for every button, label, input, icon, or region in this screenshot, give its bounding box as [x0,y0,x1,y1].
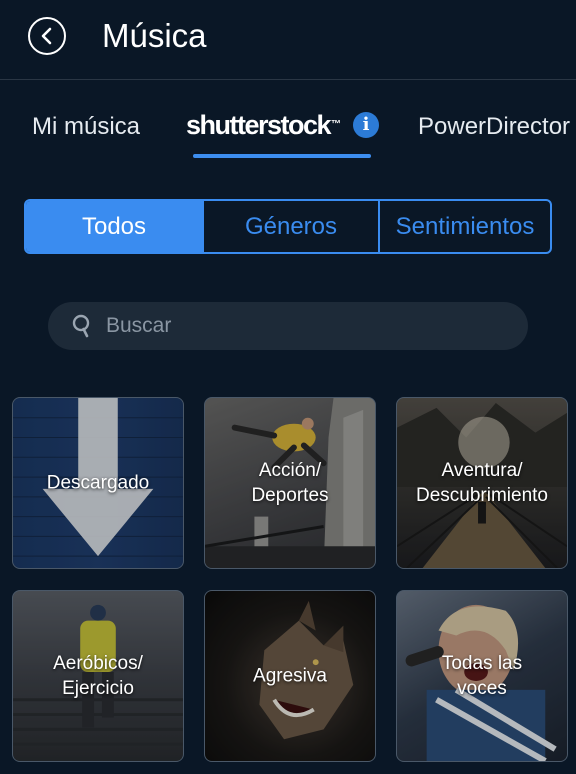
search-bar[interactable] [48,302,528,350]
category-grid: Descargado Acción/ Deportes Aventura/ De… [12,397,568,774]
category-tile-descargado[interactable]: Descargado [12,397,184,569]
category-tile-accion-deportes[interactable]: Acción/ Deportes [204,397,376,569]
tab-powerdirector[interactable]: PowerDirector [418,112,570,142]
page-title: Música [102,17,207,54]
tab-mi-musica[interactable]: Mi música [32,112,140,142]
shutterstock-logo: shutterstock™ [186,110,342,140]
active-tab-indicator [193,154,371,158]
category-label: Todas las voces [441,653,523,699]
filter-sentimientos[interactable]: Sentimientos [378,201,550,252]
category-tile-aventura-descubrimiento[interactable]: Aventura/ Descubrimiento [396,397,568,569]
tab-shutterstock[interactable]: shutterstock™ i [186,110,380,140]
category-label: Aeróbicos/ Ejercicio [53,653,143,699]
category-label: Descargado [46,472,150,494]
back-button[interactable] [28,17,66,55]
category-label: Aventura/ Descubrimiento [416,460,548,506]
filter-todos[interactable]: Todos [26,201,202,252]
filter-generos[interactable]: Géneros [202,201,378,252]
category-tile-aerobicos-ejercicio[interactable]: Aeróbicos/ Ejercicio [12,590,184,762]
source-tabs: Mi música shutterstock™ i PowerDirector [0,100,576,160]
search-input[interactable] [104,313,488,339]
shutterstock-logo-text: shutterstock [186,110,332,140]
category-label: Acción/ Deportes [251,460,329,506]
category-label: Agresiva [253,665,327,687]
category-tile-agresiva[interactable]: Agresiva [204,590,376,762]
search-icon [72,314,90,338]
app-header: Música [0,0,576,80]
info-icon[interactable]: i [353,112,380,138]
chevron-left-icon [41,27,52,45]
category-tile-todas-las-voces[interactable]: Todas las voces [396,590,568,762]
filter-segmented-control: Todos Géneros Sentimientos [24,199,552,254]
